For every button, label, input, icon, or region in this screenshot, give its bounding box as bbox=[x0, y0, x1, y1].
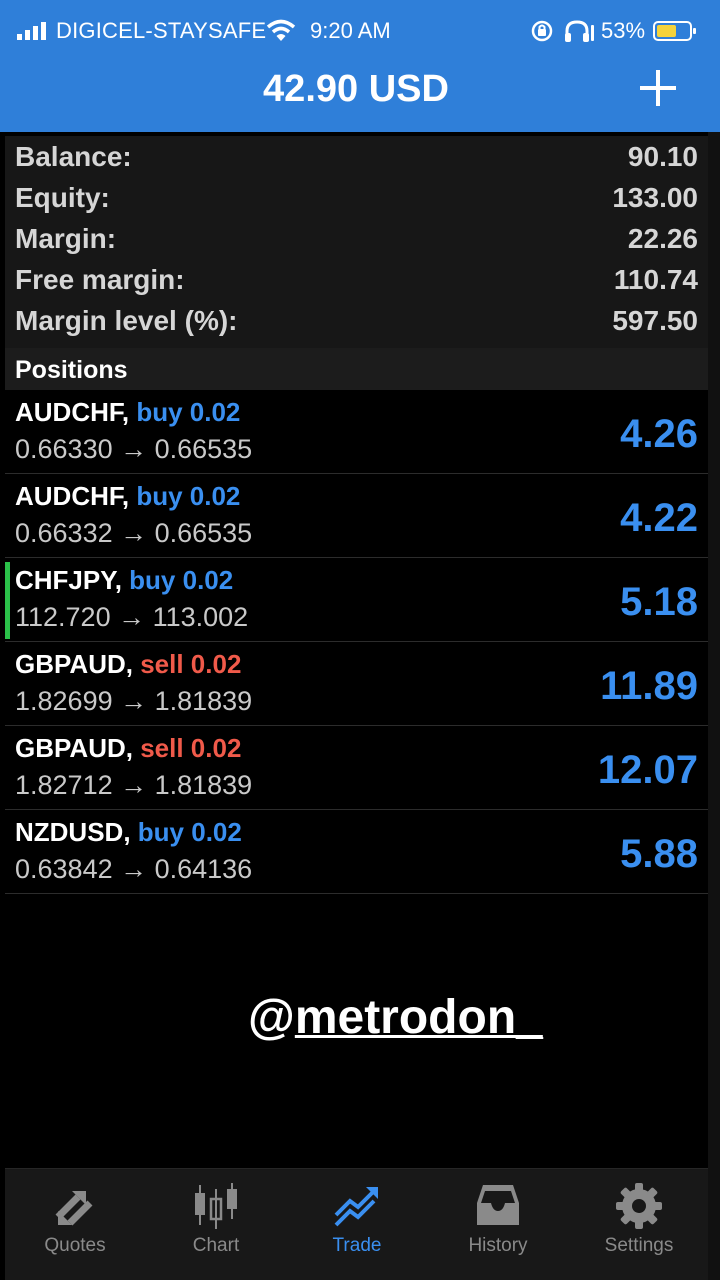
status-time: 9:20 AM bbox=[310, 18, 391, 43]
cellular-signal-icon bbox=[17, 22, 46, 40]
tab-quotes[interactable]: Quotes bbox=[5, 1169, 145, 1280]
battery-icon bbox=[653, 21, 696, 41]
position-direction: buy 0.02 bbox=[137, 817, 242, 847]
position-profit: 12.07 bbox=[597, 748, 698, 792]
positions-list: AUDCHF, buy 0.02 0.66330 → 0.66535 4.26 … bbox=[5, 390, 708, 894]
selected-marker bbox=[5, 562, 10, 639]
watermark-username: metrodon_ bbox=[294, 991, 543, 1044]
position-direction: buy 0.02 bbox=[136, 397, 241, 427]
free-margin-value: 110.74 bbox=[613, 264, 698, 295]
margin-level-label: Margin level (%): bbox=[15, 305, 238, 336]
position-profit: 4.22 bbox=[620, 496, 698, 540]
position-direction: sell 0.02 bbox=[140, 649, 242, 679]
account-balance-title: 42.90 USD bbox=[263, 68, 449, 110]
margin-row: Margin: 22.26 bbox=[5, 220, 708, 261]
position-symbol: CHFJPY, bbox=[15, 565, 122, 595]
position-profit: 4.26 bbox=[620, 412, 698, 456]
carrier-name: DIGICEL-STAYSAFE bbox=[56, 18, 267, 43]
watermark-at: @ bbox=[248, 991, 295, 1044]
app-screen: DIGICEL-STAYSAFE 9:20 AM 53% 42.90 USD B… bbox=[0, 0, 720, 1280]
tab-settings[interactable]: Settings bbox=[569, 1169, 709, 1280]
position-symbol: AUDCHF, bbox=[15, 397, 130, 427]
position-profit: 11.89 bbox=[600, 664, 698, 708]
balance-row: Balance: 90.10 bbox=[5, 138, 708, 179]
tab-settings-label: Settings bbox=[604, 1235, 674, 1256]
tab-trade[interactable]: Trade bbox=[287, 1169, 427, 1280]
account-summary: Balance: 90.10 Equity: 133.00 Margin: 22… bbox=[5, 136, 708, 348]
position-prices: 0.66330 → 0.66535 bbox=[15, 434, 253, 464]
screen-edge bbox=[708, 132, 720, 1280]
position-prices: 0.66332 → 0.66535 bbox=[15, 518, 253, 548]
position-symbol: NZDUSD, bbox=[15, 817, 131, 847]
equity-row: Equity: 133.00 bbox=[5, 179, 708, 220]
position-title: NZDUSD, buy 0.02 bbox=[15, 817, 242, 848]
position-prices: 1.82699 → 1.81839 bbox=[15, 686, 253, 716]
candlestick-chart-icon bbox=[195, 1183, 237, 1229]
equity-label: Equity: bbox=[15, 182, 110, 213]
margin-value: 22.26 bbox=[627, 223, 698, 254]
equity-value: 133.00 bbox=[612, 182, 698, 213]
position-profit: 5.88 bbox=[620, 832, 698, 876]
position-profit: 5.18 bbox=[620, 580, 698, 624]
trade-trend-icon bbox=[334, 1187, 378, 1227]
tab-quotes-label: Quotes bbox=[44, 1235, 106, 1256]
margin-level-value: 597.50 bbox=[612, 305, 698, 336]
position-direction: buy 0.02 bbox=[136, 481, 241, 511]
headphones-icon bbox=[565, 20, 594, 42]
margin-level-row: Margin level (%): 597.50 bbox=[5, 302, 708, 343]
positions-section-header: Positions bbox=[5, 348, 708, 390]
bottom-tab-bar: Quotes Chart Trade History Settings bbox=[5, 1168, 708, 1280]
tab-chart[interactable]: Chart bbox=[146, 1169, 286, 1280]
plus-icon[interactable] bbox=[636, 66, 680, 110]
position-direction: sell 0.02 bbox=[140, 733, 242, 763]
position-direction: buy 0.02 bbox=[129, 565, 234, 595]
wifi-icon bbox=[266, 19, 296, 41]
position-row[interactable]: GBPAUD, sell 0.02 1.82699 → 1.81839 11.8… bbox=[5, 642, 708, 726]
battery-percent: 53% bbox=[601, 18, 646, 43]
free-margin-row: Free margin: 110.74 bbox=[5, 261, 708, 302]
position-title: AUDCHF, buy 0.02 bbox=[15, 397, 240, 428]
header-bar: DIGICEL-STAYSAFE 9:20 AM 53% 42.90 USD bbox=[0, 0, 720, 132]
position-title: AUDCHF, buy 0.02 bbox=[15, 481, 240, 512]
tab-trade-label: Trade bbox=[332, 1235, 382, 1256]
inbox-tray-icon bbox=[477, 1185, 519, 1225]
position-row[interactable]: NZDUSD, buy 0.02 0.63842 → 0.64136 5.88 bbox=[5, 810, 708, 894]
position-title: GBPAUD, sell 0.02 bbox=[15, 733, 241, 764]
orientation-lock-icon bbox=[531, 20, 553, 42]
position-title: GBPAUD, sell 0.02 bbox=[15, 649, 241, 680]
margin-label: Margin: bbox=[15, 223, 117, 254]
position-symbol: GBPAUD, bbox=[15, 649, 133, 679]
balance-value: 90.10 bbox=[627, 141, 698, 172]
tab-history[interactable]: History bbox=[428, 1169, 568, 1280]
tab-chart-label: Chart bbox=[192, 1235, 240, 1256]
position-row[interactable]: AUDCHF, buy 0.02 0.66330 → 0.66535 4.26 bbox=[5, 390, 708, 474]
position-prices: 0.63842 → 0.64136 bbox=[15, 854, 253, 884]
status-bar: DIGICEL-STAYSAFE 9:20 AM 53% bbox=[0, 0, 720, 62]
position-row[interactable]: GBPAUD, sell 0.02 1.82712 → 1.81839 12.0… bbox=[5, 726, 708, 810]
position-row[interactable]: AUDCHF, buy 0.02 0.66332 → 0.66535 4.22 bbox=[5, 474, 708, 558]
position-prices: 1.82712 → 1.81839 bbox=[15, 770, 253, 800]
gear-icon bbox=[616, 1183, 662, 1229]
positions-heading: Positions bbox=[15, 356, 128, 384]
position-symbol: GBPAUD, bbox=[15, 733, 133, 763]
position-row-selected[interactable]: CHFJPY, buy 0.02 112.720 → 113.002 5.18 bbox=[5, 558, 708, 642]
tab-history-label: History bbox=[468, 1235, 528, 1256]
balance-label: Balance: bbox=[15, 141, 132, 172]
quotes-arrows-icon bbox=[55, 1191, 93, 1226]
free-margin-label: Free margin: bbox=[15, 264, 185, 295]
position-symbol: AUDCHF, bbox=[15, 481, 130, 511]
position-prices: 112.720 → 113.002 bbox=[15, 602, 249, 632]
position-title: CHFJPY, buy 0.02 bbox=[15, 565, 233, 596]
watermark-handle: @metrodon_ bbox=[248, 990, 543, 1045]
